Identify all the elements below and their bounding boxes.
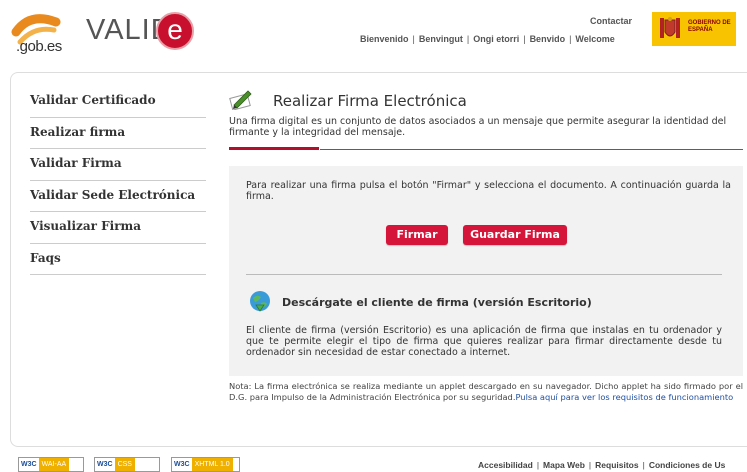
client-download-title: Descárgate el cliente de firma (versión … [282, 296, 592, 309]
contact-link[interactable]: Contactar [590, 16, 632, 26]
gobierno-espana-text: GOBIERNO DE ESPAÑA [688, 20, 731, 33]
firmar-button[interactable]: Firmar [386, 225, 448, 245]
w3c-badge-label: CSS [114, 458, 135, 471]
page-title: Realizar Firma Electrónica [273, 92, 467, 110]
separator: | [412, 34, 415, 44]
w3c-logo-text: W3C [174, 461, 190, 468]
footer-links: Accesibilidad | Mapa Web | Requisitos | Condic… [478, 460, 725, 470]
signing-instructions: Para realizar una firma pulsa el botón "… [246, 180, 731, 202]
sidebar-item-validar-sede[interactable]: Validar Sede Electrónica [30, 181, 206, 212]
sidebar-item-visualizar-firma[interactable]: Visualizar Firma [30, 212, 206, 244]
sidebar-item-validar-firma[interactable]: Validar Firma [30, 149, 206, 181]
separator: | [466, 34, 470, 44]
separator: | [588, 460, 592, 470]
w3c-logo-text: W3C [97, 461, 113, 468]
w3c-logo-text: W3C [21, 461, 37, 468]
sidebar-item-faqs[interactable]: Faqs [30, 244, 206, 275]
valide-e-logo-icon[interactable]: e [156, 12, 194, 50]
w3c-css-badge[interactable]: W3C CSS [94, 457, 160, 472]
language-bar: Bienvenido | Benvingut | Ongi etorri | Benvido… [360, 34, 615, 44]
coat-of-arms-icon [660, 17, 680, 38]
footer-link-mapa-web[interactable]: Mapa Web [543, 460, 585, 470]
separator: | [569, 34, 572, 44]
client-download-description: El cliente de firma (versión Escritorio)… [246, 325, 722, 358]
pen-signature-icon [229, 90, 252, 110]
header: .gob.es VALID e Contactar Bienvenido | Ben… [0, 0, 747, 70]
lang-link-ca[interactable]: Benvingut [419, 34, 463, 44]
gob-es-logo-text[interactable]: .gob.es [16, 38, 62, 55]
sidebar-nav: Validar Certificado Realizar firma Valid… [30, 86, 206, 275]
page-description: Una firma digital es un conjunto de dato… [229, 116, 727, 138]
w3c-badge-label: WAI-AA [38, 458, 70, 471]
lang-link-gl[interactable]: Benvido [530, 34, 566, 44]
sidebar-item-validar-certificado[interactable]: Validar Certificado [30, 86, 206, 118]
separator: | [536, 460, 540, 470]
w3c-badge-label: XHTML 1.0 [191, 458, 233, 471]
applet-note: Nota: La firma electrónica se realiza me… [229, 381, 743, 403]
sidebar-item-realizar-firma[interactable]: Realizar firma [30, 118, 206, 149]
footer-link-condiciones[interactable]: Condiciones de Us [649, 460, 726, 470]
lang-link-eu[interactable]: Ongi etorri [473, 34, 519, 44]
lang-link-es[interactable]: Bienvenido [360, 34, 409, 44]
w3c-wai-badge[interactable]: W3C WAI-AA [18, 457, 84, 472]
footer-link-requisitos[interactable]: Requisitos [595, 460, 638, 470]
requirements-link[interactable]: Pulsa aquí para ver los requisitos de fu… [515, 392, 733, 402]
lang-link-en[interactable]: Welcome [575, 34, 614, 44]
separator: | [642, 460, 645, 470]
panel-divider [246, 274, 722, 275]
title-divider [229, 147, 319, 150]
w3c-xhtml-badge[interactable]: W3C XHTML 1.0 [171, 457, 240, 472]
separator: | [523, 34, 526, 44]
gobierno-espana-logo[interactable]: GOBIERNO DE ESPAÑA [652, 12, 736, 46]
footer-link-accesibilidad[interactable]: Accesibilidad [478, 460, 533, 470]
globe-download-icon[interactable] [248, 289, 272, 313]
title-divider-thin [320, 149, 743, 150]
guardar-firma-button[interactable]: Guardar Firma [463, 225, 567, 245]
